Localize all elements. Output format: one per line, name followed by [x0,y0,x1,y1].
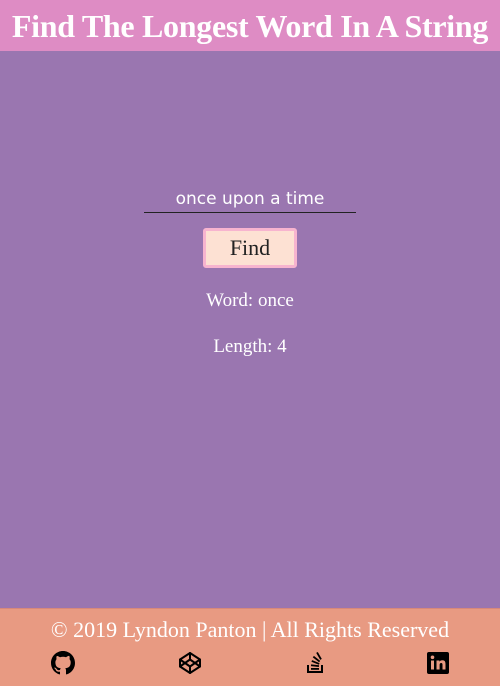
page: Find The Longest Word In A String Find W… [0,0,500,686]
word-length-result: Length: 4 [213,336,287,357]
footer: © 2019 Lyndon Panton | All Rights Reserv… [0,608,500,686]
sentence-input[interactable] [144,188,356,213]
longest-word-result: Word: once [206,290,294,311]
main-content: Find Word: once Length: 4 [0,51,500,608]
linkedin-icon[interactable] [426,651,450,675]
page-title: Find The Longest Word In A String [11,7,489,44]
github-icon[interactable] [51,651,75,675]
codepen-icon[interactable] [178,651,202,675]
header: Find The Longest Word In A String [0,0,500,51]
copyright-text: © 2019 Lyndon Panton | All Rights Reserv… [50,617,450,642]
find-button[interactable]: Find [203,228,297,268]
stack-overflow-icon[interactable] [304,651,328,675]
